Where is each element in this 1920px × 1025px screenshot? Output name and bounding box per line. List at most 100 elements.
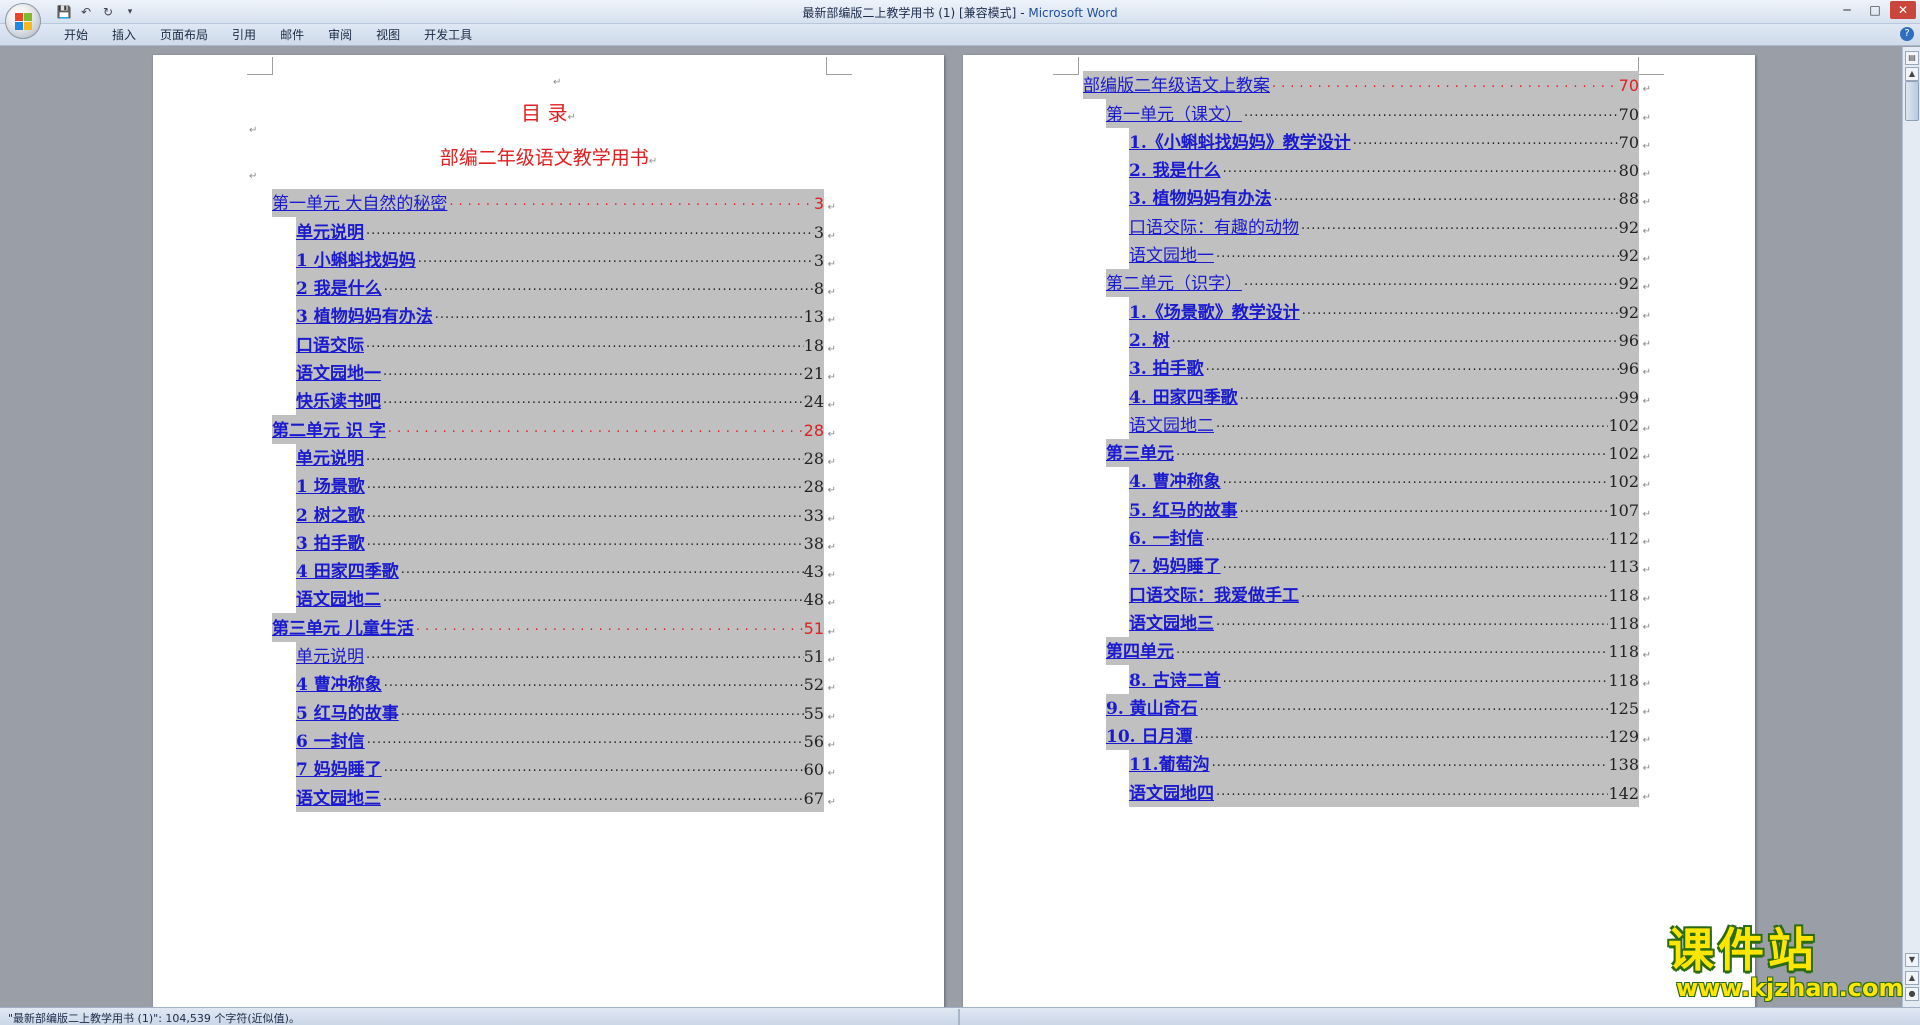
toc-entry[interactable]: 口语交际：有趣的动物 92↵ xyxy=(1083,212,1651,241)
toc-entry-label[interactable]: 1 小蝌蚪找妈妈 xyxy=(296,248,418,274)
toc-entry[interactable]: 语文园地一 92↵ xyxy=(1083,240,1651,270)
toc-entry-label[interactable]: 8. 古诗二首 xyxy=(1129,668,1223,694)
toc-entry-label[interactable]: 4. 田家四季歌 xyxy=(1129,385,1240,411)
toc-entry[interactable]: 第二单元（识字） 92↵ xyxy=(1083,269,1651,298)
toc-entry[interactable]: 4. 田家四季歌 99↵ xyxy=(1083,382,1651,411)
toc-entry-label[interactable]: 1 场景歌 xyxy=(296,474,367,500)
tab-6[interactable]: 视图 xyxy=(364,27,412,43)
toc-entry[interactable]: 第三单元 102↵ xyxy=(1083,438,1651,468)
toc-entry[interactable]: 7 妈妈睡了 60↵ xyxy=(272,754,836,784)
toc-entry[interactable]: 2 树之歌 33↵ xyxy=(272,500,836,529)
office-button[interactable] xyxy=(5,3,41,39)
toc-entry[interactable]: 11.葡萄沟 138↵ xyxy=(1083,750,1651,779)
toc-entry-label[interactable]: 4 田家四季歌 xyxy=(296,559,401,585)
toc-entry-label[interactable]: 单元说明 xyxy=(296,220,366,246)
toc-entry[interactable]: 部编版二年级语文上教案 70↵ xyxy=(1083,71,1651,100)
toc-entry-label[interactable]: 第一单元（课文） xyxy=(1106,102,1244,128)
toc-entry[interactable]: 语文园地三 67↵ xyxy=(272,783,836,812)
toc-entry-label[interactable]: 语文园地二 xyxy=(1129,413,1216,439)
tab-4[interactable]: 邮件 xyxy=(268,27,316,43)
toc-entry-label[interactable]: 5. 红马的故事 xyxy=(1129,498,1240,524)
toc-entry[interactable]: 5. 红马的故事 107↵ xyxy=(1083,495,1651,524)
toc-entry[interactable]: 6. 一封信 112↵ xyxy=(1083,523,1651,553)
toc-entry-label[interactable]: 第三单元 xyxy=(1106,441,1176,467)
toc-entry-label[interactable]: 口语交际 xyxy=(296,333,366,359)
toc-entry-label[interactable]: 第二单元 识 字 xyxy=(272,418,388,444)
toc-entry[interactable]: 第四单元 118↵ xyxy=(1083,636,1651,666)
toc-entry[interactable]: 1.《小蝌蚪找妈妈》教学设计 70↵ xyxy=(1083,127,1651,156)
toc-entry-label[interactable]: 2. 我是什么 xyxy=(1129,158,1223,184)
toc-entry-label[interactable]: 6. 一封信 xyxy=(1129,526,1206,552)
vertical-scrollbar[interactable]: ▤ ▲ ▼ ▲ ● xyxy=(1902,47,1920,1007)
toc-entry-label[interactable]: 11.葡萄沟 xyxy=(1129,752,1212,778)
tab-2[interactable]: 页面布局 xyxy=(148,27,220,43)
tab-1[interactable]: 插入 xyxy=(100,27,148,43)
toc-entry-label[interactable]: 第二单元（识字） xyxy=(1106,271,1244,297)
toc-entry[interactable]: 5 红马的故事 55↵ xyxy=(272,698,836,727)
toc-entry[interactable]: 2. 树 96↵ xyxy=(1083,325,1651,354)
toc-entry[interactable]: 第三单元 儿童生活 51↵ xyxy=(272,613,836,642)
toc-entry[interactable]: 9. 黄山奇石 125↵ xyxy=(1083,693,1651,722)
toc-entry[interactable]: 8. 古诗二首 118↵ xyxy=(1083,665,1651,694)
toc-entry-label[interactable]: 9. 黄山奇石 xyxy=(1106,696,1200,722)
toc-entry[interactable]: 4. 曹冲称象 102↵ xyxy=(1083,467,1651,496)
toc-entry[interactable]: 第一单元（课文） 70↵ xyxy=(1083,99,1651,128)
scrollbar-thumb[interactable] xyxy=(1905,81,1919,121)
toc-entry-label[interactable]: 单元说明 xyxy=(296,446,366,472)
toc-entry-label[interactable]: 语文园地三 xyxy=(1129,611,1216,637)
close-icon[interactable]: ✕ xyxy=(1890,1,1916,19)
toc-entry[interactable]: 1 场景歌 28↵ xyxy=(272,471,836,501)
scroll-up-icon[interactable]: ▲ xyxy=(1905,67,1919,81)
toc-entry-label[interactable]: 口语交际：有趣的动物 xyxy=(1129,215,1301,241)
toc-entry[interactable]: 3. 拍手歌 96↵ xyxy=(1083,353,1651,383)
toc-entry-label[interactable]: 语文园地二 xyxy=(296,587,383,613)
toc-entry-label[interactable]: 语文园地一 xyxy=(1129,243,1216,269)
toc-entry[interactable]: 快乐读书吧 24↵ xyxy=(272,387,836,416)
toc-entry-label[interactable]: 语文园地三 xyxy=(296,786,383,812)
toc-entry[interactable]: 单元说明 51↵ xyxy=(272,641,836,671)
help-icon[interactable]: ? xyxy=(1900,27,1914,41)
toc-entry-label[interactable]: 口语交际：我爱做手工 xyxy=(1129,583,1301,609)
tab-5[interactable]: 审阅 xyxy=(316,27,364,43)
tab-7[interactable]: 开发工具 xyxy=(412,27,484,43)
toc-entry[interactable]: 语文园地三 118↵ xyxy=(1083,608,1651,637)
toc-entry[interactable]: 3. 植物妈妈有办法 88↵ xyxy=(1083,184,1651,213)
minimize-icon[interactable]: ─ xyxy=(1834,1,1860,19)
toc-entry-label[interactable]: 1.《场景歌》教学设计 xyxy=(1129,300,1302,326)
toc-entry-label[interactable]: 快乐读书吧 xyxy=(296,389,383,415)
toc-entry-label[interactable]: 4 曹冲称象 xyxy=(296,672,384,698)
toc-entry-label[interactable]: 6 一封信 xyxy=(296,729,367,755)
toc-entry[interactable]: 3 拍手歌 38↵ xyxy=(272,528,836,557)
tab-0[interactable]: 开始 xyxy=(52,27,100,43)
toc-entry-label[interactable]: 10. 日月潭 xyxy=(1106,724,1195,750)
restore-icon[interactable]: □ xyxy=(1862,1,1888,19)
toc-entry[interactable]: 语文园地四 142↵ xyxy=(1083,778,1651,807)
toc-entry-label[interactable]: 3 拍手歌 xyxy=(296,531,367,557)
toc-entry[interactable]: 第二单元 识 字 28↵ xyxy=(272,415,836,444)
toc-entry[interactable]: 3 植物妈妈有办法 13↵ xyxy=(272,302,836,331)
toc-entry-label[interactable]: 3 植物妈妈有办法 xyxy=(296,304,435,330)
toc-entry[interactable]: 口语交际 18↵ xyxy=(272,330,836,359)
toc-entry-label[interactable]: 3. 植物妈妈有办法 xyxy=(1129,186,1274,212)
toc-entry[interactable]: 语文园地二 102↵ xyxy=(1083,410,1651,439)
toc-entry[interactable]: 2 我是什么 8↵ xyxy=(272,273,836,303)
toc-entry[interactable]: 口语交际：我爱做手工 118↵ xyxy=(1083,580,1651,609)
toc-entry-label[interactable]: 单元说明 xyxy=(296,644,366,670)
ruler-toggle-icon[interactable]: ▤ xyxy=(1905,51,1919,65)
toc-entry-label[interactable]: 第四单元 xyxy=(1106,639,1176,665)
toc-entry[interactable]: 语文园地一 21↵ xyxy=(272,358,836,388)
toc-entry-label[interactable]: 第一单元 大自然的秘密 xyxy=(272,191,449,217)
toc-entry-label[interactable]: 5 红马的故事 xyxy=(296,701,401,727)
toc-entry-label[interactable]: 2. 树 xyxy=(1129,328,1172,354)
toc-entry-label[interactable]: 第三单元 儿童生活 xyxy=(272,616,416,642)
toc-entry[interactable]: 2. 我是什么 80↵ xyxy=(1083,155,1651,185)
toc-entry-label[interactable]: 7. 妈妈睡了 xyxy=(1129,554,1223,580)
toc-entry-label[interactable]: 7 妈妈睡了 xyxy=(296,757,384,783)
toc-entry-label[interactable]: 2 树之歌 xyxy=(296,503,367,529)
toc-entry-label[interactable]: 语文园地四 xyxy=(1129,781,1216,807)
toc-entry[interactable]: 4 田家四季歌 43↵ xyxy=(272,556,836,586)
toc-entry[interactable]: 单元说明 3↵ xyxy=(272,217,836,246)
toc-entry-label[interactable]: 2 我是什么 xyxy=(296,276,384,302)
toc-entry-label[interactable]: 1.《小蝌蚪找妈妈》教学设计 xyxy=(1129,130,1353,156)
tab-3[interactable]: 引用 xyxy=(220,27,268,43)
